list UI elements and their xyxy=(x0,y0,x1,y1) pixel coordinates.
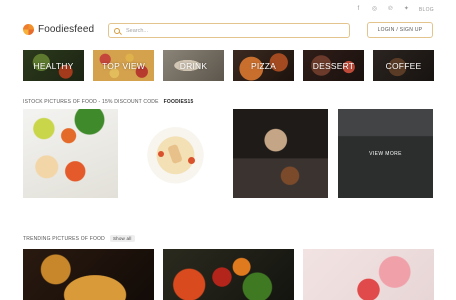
social-bar: f ◎ ℗ ✦ BLOG xyxy=(355,6,434,13)
view-more-label: VIEW MORE xyxy=(369,150,402,157)
twitter-icon[interactable]: ✦ xyxy=(403,6,410,13)
plate-food-detail xyxy=(167,143,183,165)
instagram-icon[interactable]: ◎ xyxy=(371,6,378,13)
trending-gallery xyxy=(23,249,434,300)
category-row: HEALTHY TOP VIEW DRINK PIZZA DESSERT COF… xyxy=(23,50,434,81)
category-dessert[interactable]: DESSERT xyxy=(303,50,364,81)
trending-label-text: TRENDING PICTURES OF FOOD xyxy=(23,235,105,242)
istock-gallery: VIEW MORE xyxy=(23,109,433,198)
istock-section-label: ISTOCK PICTURES OF FOOD - 15% DISCOUNT C… xyxy=(23,99,194,105)
category-label: COFFEE xyxy=(385,60,422,71)
category-label: TOP VIEW xyxy=(102,60,145,71)
category-label: DESSERT xyxy=(312,60,355,71)
logo[interactable]: Foodiesfeed xyxy=(23,24,94,35)
istock-image-kitchen[interactable]: VIEW MORE xyxy=(338,109,433,198)
category-coffee[interactable]: COFFEE xyxy=(373,50,434,81)
istock-image-vegetables[interactable] xyxy=(23,109,118,198)
logo-text: Foodiesfeed xyxy=(38,24,95,35)
istock-image-plate[interactable] xyxy=(128,109,223,198)
discount-code: FOODIES15 xyxy=(163,99,194,105)
pinterest-icon[interactable]: ℗ xyxy=(387,6,394,13)
view-more-overlay[interactable]: VIEW MORE xyxy=(338,109,433,198)
login-signup-button[interactable]: LOGIN / SIGN UP xyxy=(367,22,433,38)
search-icon xyxy=(114,27,120,34)
blog-link[interactable]: BLOG xyxy=(419,7,434,13)
category-label: HEALTHY xyxy=(33,60,74,71)
show-all-button[interactable]: Show all xyxy=(109,235,135,242)
category-pizza[interactable]: PIZZA xyxy=(233,50,294,81)
facebook-icon[interactable]: f xyxy=(355,6,362,13)
plate-food-detail xyxy=(188,157,195,164)
search-input[interactable] xyxy=(126,27,326,34)
category-drink[interactable]: DRINK xyxy=(163,50,224,81)
trending-image-berry-splash[interactable] xyxy=(303,249,434,300)
trending-image-burger[interactable] xyxy=(23,249,154,300)
trending-section-label: TRENDING PICTURES OF FOOD Show all xyxy=(23,235,135,242)
search-bar[interactable] xyxy=(108,23,350,38)
category-label: PIZZA xyxy=(250,60,277,71)
trending-image-vegetables[interactable] xyxy=(163,249,294,300)
istock-image-chef[interactable] xyxy=(233,109,328,198)
logo-icon xyxy=(23,24,34,35)
plate-food-detail xyxy=(158,151,164,157)
category-healthy[interactable]: HEALTHY xyxy=(23,50,84,81)
category-top-view[interactable]: TOP VIEW xyxy=(93,50,154,81)
istock-label-text: ISTOCK PICTURES OF FOOD - 15% DISCOUNT C… xyxy=(23,99,159,105)
category-label: DRINK xyxy=(179,60,208,71)
